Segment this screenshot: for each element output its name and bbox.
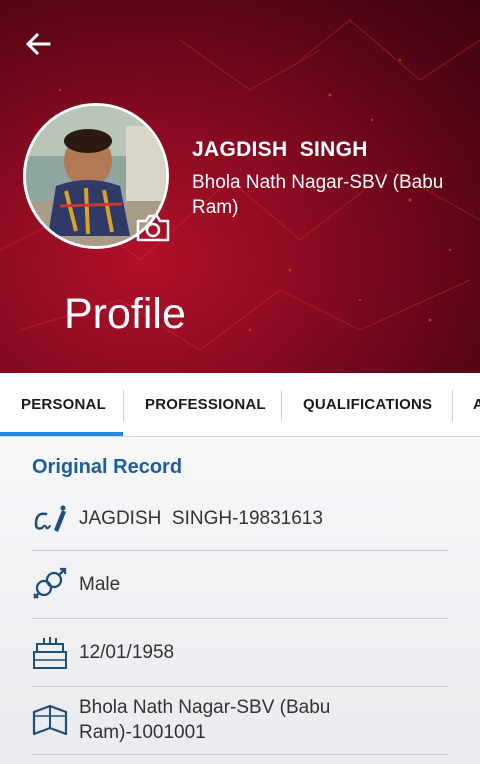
tab-overflow[interactable]: A	[473, 373, 480, 436]
personal-details: Original Record JAGDISH SINGH-19831613 M…	[0, 437, 480, 764]
birth-date-row: 12/01/1958	[32, 618, 448, 687]
book-icon	[32, 704, 68, 736]
gender-icon	[33, 567, 67, 599]
back-button[interactable]	[18, 24, 58, 64]
tab-bar: PERSONAL PROFESSIONAL QUALIFICATIONS A	[0, 373, 480, 437]
page-title: Profile	[64, 290, 186, 338]
active-tab-indicator	[0, 432, 123, 436]
tab-divider	[281, 390, 282, 421]
tab-divider	[123, 390, 124, 421]
profile-photo[interactable]	[23, 103, 171, 249]
location-row: Bhola Nath Nagar-SBV (Babu Ram)-1001001	[32, 686, 448, 755]
record-name: JAGDISH SINGH-19831613	[79, 508, 323, 529]
gender-value: Male	[79, 574, 121, 595]
birth-date-value: 12/01/1958	[79, 642, 175, 663]
user-name: JAGDISH SINGH	[192, 138, 368, 161]
camera-icon[interactable]	[135, 213, 171, 243]
profile-header: JAGDISH SINGH Bhola Nath Nagar-SBV (Babu…	[0, 0, 480, 373]
name-record-row: JAGDISH SINGH-19831613	[32, 495, 448, 551]
arrow-left-icon	[25, 33, 51, 55]
section-title: Original Record	[32, 456, 183, 478]
signature-icon	[34, 505, 66, 532]
gender-row: Male	[32, 550, 448, 619]
location-value: Bhola Nath Nagar-SBV (Babu Ram)-1001001	[79, 697, 336, 743]
tab-divider	[452, 390, 453, 421]
birthday-cake-icon	[33, 637, 67, 669]
user-location: Bhola Nath Nagar-SBV (Babu Ram)	[192, 172, 444, 218]
tab-professional[interactable]: PROFESSIONAL	[145, 373, 266, 436]
tab-qualifications[interactable]: QUALIFICATIONS	[303, 373, 432, 436]
tab-personal[interactable]: PERSONAL	[21, 373, 106, 436]
